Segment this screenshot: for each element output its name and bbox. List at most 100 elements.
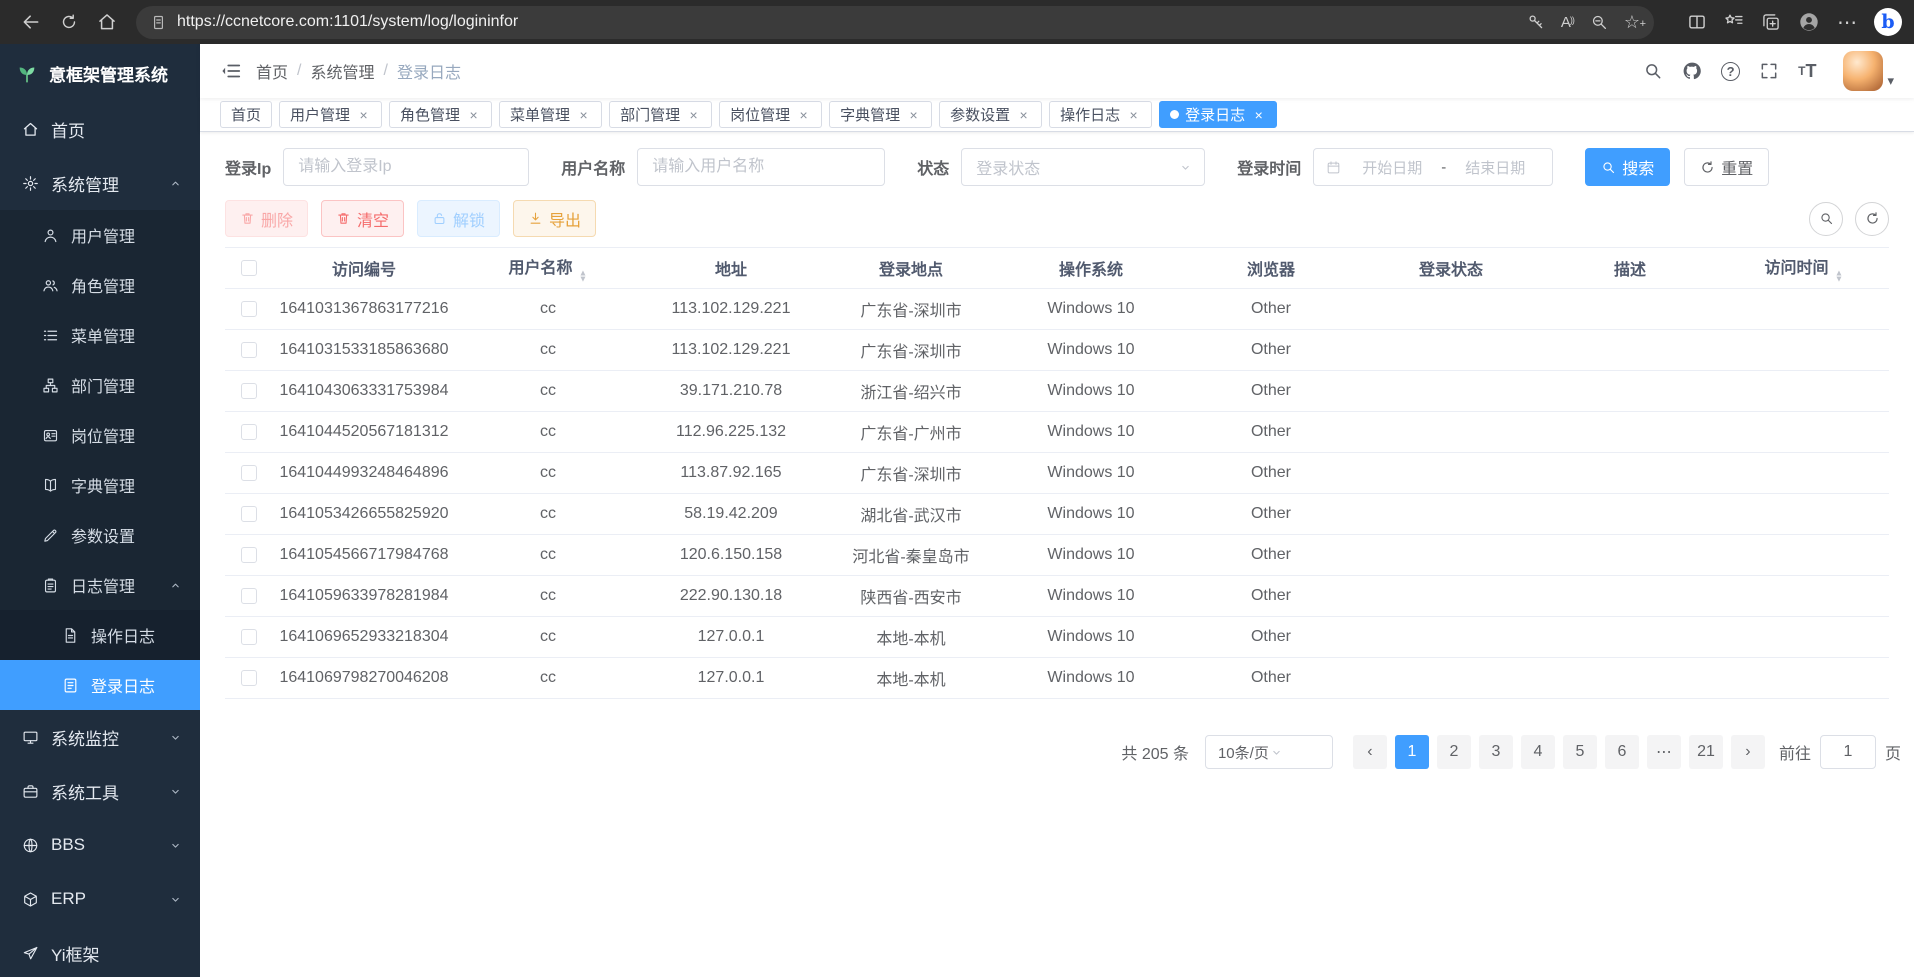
clear-button[interactable]: 清空 — [321, 200, 404, 237]
user-menu[interactable]: ▾ — [1843, 51, 1894, 91]
header-search-icon[interactable] — [1643, 61, 1663, 81]
close-icon[interactable]: × — [1251, 107, 1266, 123]
page-button-2[interactable]: 2 — [1437, 735, 1471, 769]
page-button-1[interactable]: 1 — [1395, 735, 1429, 769]
password-key-icon[interactable] — [1527, 13, 1545, 31]
login-ip-input[interactable] — [283, 148, 529, 186]
close-icon[interactable]: × — [906, 107, 921, 123]
login-time-range-picker[interactable]: 开始日期 - 结束日期 — [1313, 148, 1553, 186]
sidebar-item-log-mgmt[interactable]: 日志管理 — [0, 560, 200, 610]
tab-login-log[interactable]: 登录日志× — [1159, 101, 1277, 128]
tab-dict-mgmt[interactable]: 字典管理× — [829, 101, 932, 128]
close-icon[interactable]: × — [356, 107, 371, 123]
address-bar[interactable]: https://ccnetcore.com:1101/system/log/lo… — [136, 6, 1654, 39]
breadcrumb-system-mgmt[interactable]: 系统管理 — [310, 59, 374, 83]
page-info-icon[interactable] — [150, 14, 167, 31]
row-checkbox[interactable] — [241, 506, 257, 522]
row-checkbox[interactable] — [241, 424, 257, 440]
toggle-search-button[interactable] — [1809, 202, 1843, 236]
goto-page-input[interactable] — [1820, 735, 1876, 769]
col-access-time[interactable]: 访问时间▲▼ — [1719, 248, 1889, 289]
sidebar-item-op-log[interactable]: 操作日志 — [0, 610, 200, 660]
sidebar-item-home[interactable]: 首页 — [0, 102, 200, 156]
tab-op-log[interactable]: 操作日志× — [1049, 101, 1152, 128]
sort-icon[interactable]: ▲▼ — [1834, 271, 1844, 283]
tab-post-mgmt[interactable]: 岗位管理× — [719, 101, 822, 128]
zoom-out-icon[interactable] — [1590, 13, 1608, 31]
back-icon[interactable] — [12, 4, 50, 40]
user-name-input[interactable] — [637, 148, 885, 186]
page-button-6[interactable]: 6 — [1605, 735, 1639, 769]
tab-home[interactable]: 首页 — [220, 101, 272, 128]
row-checkbox[interactable] — [241, 629, 257, 645]
sidebar-item-system-monitor[interactable]: 系统监控 — [0, 710, 200, 764]
sidebar-item-post-mgmt[interactable]: 岗位管理 — [0, 410, 200, 460]
app-logo[interactable]: 意框架管理系统 — [0, 44, 200, 102]
tab-menu-mgmt[interactable]: 菜单管理× — [499, 101, 602, 128]
row-checkbox[interactable] — [241, 588, 257, 604]
sidebar-item-login-log[interactable]: 登录日志 — [0, 660, 200, 710]
split-screen-icon[interactable] — [1687, 12, 1707, 32]
status-select[interactable]: 登录状态 — [961, 148, 1205, 186]
more-pages-button[interactable]: ⋯ — [1647, 735, 1681, 769]
sidebar-item-dept-mgmt[interactable]: 部门管理 — [0, 360, 200, 410]
close-icon[interactable]: × — [466, 107, 481, 123]
row-checkbox[interactable] — [241, 301, 257, 317]
page-button-4[interactable]: 4 — [1521, 735, 1555, 769]
row-checkbox[interactable] — [241, 547, 257, 563]
row-checkbox[interactable] — [241, 342, 257, 358]
sidebar-collapse-icon[interactable] — [220, 60, 242, 82]
help-icon[interactable]: ? — [1721, 62, 1740, 81]
export-button[interactable]: 导出 — [513, 200, 596, 237]
row-checkbox[interactable] — [241, 465, 257, 481]
row-checkbox[interactable] — [241, 670, 257, 686]
row-checkbox[interactable] — [241, 383, 257, 399]
reset-button[interactable]: 重置 — [1684, 148, 1769, 186]
read-aloud-icon[interactable]: A)) — [1561, 14, 1574, 31]
sidebar-item-dict-mgmt[interactable]: 字典管理 — [0, 460, 200, 510]
close-icon[interactable]: × — [1126, 107, 1141, 123]
select-all-checkbox[interactable] — [241, 260, 257, 276]
github-icon[interactable] — [1682, 61, 1702, 81]
page-size-select[interactable]: 10条/页 — [1205, 735, 1333, 769]
close-icon[interactable]: × — [1016, 107, 1031, 123]
sidebar-item-role-mgmt[interactable]: 角色管理 — [0, 260, 200, 310]
unlock-button[interactable]: 解锁 — [417, 200, 500, 237]
favorites-icon[interactable] — [1724, 12, 1744, 32]
close-icon[interactable]: × — [686, 107, 701, 123]
settings-more-icon[interactable]: ⋯ — [1837, 10, 1857, 35]
add-favorite-star-icon[interactable]: ☆+ — [1624, 13, 1640, 31]
sort-icon[interactable]: ▲▼ — [578, 271, 588, 283]
tab-user-mgmt[interactable]: 用户管理× — [279, 101, 382, 128]
user-avatar[interactable] — [1843, 51, 1883, 91]
sidebar-item-yi-framework[interactable]: Yi框架 — [0, 926, 200, 977]
page-button-3[interactable]: 3 — [1479, 735, 1513, 769]
next-page-button[interactable]: › — [1731, 735, 1765, 769]
sidebar-item-param-settings[interactable]: 参数设置 — [0, 510, 200, 560]
sidebar-item-user-mgmt[interactable]: 用户管理 — [0, 210, 200, 260]
sidebar-item-system-mgmt[interactable]: 系统管理 — [0, 156, 200, 210]
close-icon[interactable]: × — [796, 107, 811, 123]
tab-dept-mgmt[interactable]: 部门管理× — [609, 101, 712, 128]
reload-icon[interactable] — [50, 4, 88, 40]
col-user-name[interactable]: 用户名称▲▼ — [455, 248, 641, 289]
page-button-5[interactable]: 5 — [1563, 735, 1597, 769]
sidebar-item-bbs[interactable]: BBS — [0, 818, 200, 872]
close-icon[interactable]: × — [576, 107, 591, 123]
sidebar-item-menu-mgmt[interactable]: 菜单管理 — [0, 310, 200, 360]
delete-button[interactable]: 删除 — [225, 200, 308, 237]
page-button-21[interactable]: 21 — [1689, 735, 1723, 769]
sidebar-item-erp[interactable]: ERP — [0, 872, 200, 926]
sidebar-item-system-tools[interactable]: 系统工具 — [0, 764, 200, 818]
prev-page-button[interactable]: ‹ — [1353, 735, 1387, 769]
font-size-icon[interactable]: TT — [1798, 61, 1816, 82]
refresh-table-button[interactable] — [1855, 202, 1889, 236]
browser-profile-icon[interactable] — [1798, 11, 1820, 33]
tab-param-settings[interactable]: 参数设置× — [939, 101, 1042, 128]
copilot-icon[interactable]: b — [1874, 8, 1902, 36]
search-button[interactable]: 搜索 — [1585, 148, 1670, 186]
tab-role-mgmt[interactable]: 角色管理× — [389, 101, 492, 128]
browser-home-icon[interactable] — [88, 4, 126, 40]
fullscreen-icon[interactable] — [1759, 61, 1779, 81]
collections-icon[interactable] — [1761, 12, 1781, 32]
